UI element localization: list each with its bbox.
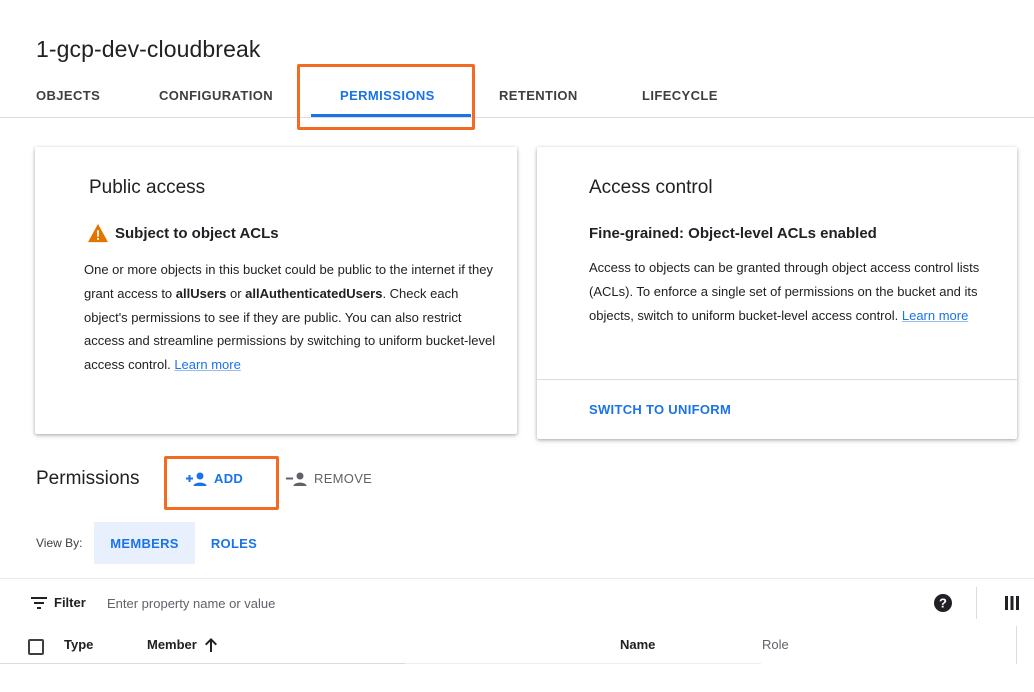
- remove-person-icon: [286, 472, 307, 486]
- permissions-tab-highlight: [297, 64, 475, 130]
- filter-input[interactable]: [104, 590, 604, 616]
- column-header-type[interactable]: Type: [64, 637, 93, 652]
- toolbar-divider: [976, 587, 977, 619]
- add-button-highlight: [164, 456, 279, 510]
- public-access-status-text: Subject to object ACLs: [115, 224, 279, 242]
- select-all-checkbox[interactable]: [28, 639, 44, 655]
- view-by-roles-button[interactable]: ROLES: [202, 522, 266, 564]
- table-header-row: Type Member Name Role: [0, 626, 1034, 664]
- access-control-status: Fine-grained: Object-level ACLs enabled: [589, 225, 877, 242]
- column-resize-divider: [1016, 626, 1017, 664]
- public-access-status: Subject to object ACLs: [87, 223, 279, 243]
- header-bottom-border: [0, 663, 405, 664]
- remove-label: REMOVE: [314, 471, 373, 486]
- header-bottom-border-middle: [405, 663, 761, 664]
- tab-lifecycle[interactable]: LIFECYCLE: [642, 88, 718, 103]
- all-authenticated-users-term: allAuthenticatedUsers: [245, 285, 383, 301]
- tab-configuration[interactable]: CONFIGURATION: [159, 88, 273, 103]
- help-icon[interactable]: ?: [934, 594, 952, 612]
- warning-triangle-icon: [88, 223, 108, 243]
- switch-to-uniform-button[interactable]: SWITCH TO UNIFORM: [589, 402, 731, 417]
- access-control-card: Access control Fine-grained: Object-leve…: [537, 147, 1017, 439]
- sort-ascending-arrow-icon: [204, 637, 217, 652]
- card-divider: [537, 379, 1017, 380]
- filter-bar: Filter ?: [0, 578, 1034, 626]
- filter-icon: [31, 597, 47, 609]
- view-by-members-button[interactable]: MEMBERS: [94, 522, 195, 564]
- column-display-options-icon[interactable]: [1005, 596, 1019, 610]
- column-header-member[interactable]: Member: [147, 637, 217, 652]
- access-control-heading: Access control: [589, 177, 713, 198]
- public-access-text-2: or: [226, 285, 246, 301]
- column-header-role[interactable]: Role: [762, 637, 789, 652]
- column-header-name[interactable]: Name: [620, 637, 655, 652]
- permissions-heading: Permissions: [36, 468, 140, 489]
- remove-member-button[interactable]: REMOVE: [286, 471, 372, 486]
- all-users-term: allUsers: [175, 285, 227, 301]
- public-access-learn-more-link[interactable]: Learn more: [174, 357, 240, 372]
- access-control-learn-more-link[interactable]: Learn more: [902, 308, 968, 323]
- filter-label: Filter: [54, 595, 86, 610]
- tab-bar: OBJECTS CONFIGURATION PERMISSIONS RETENT…: [0, 78, 1034, 118]
- access-control-description: Access to objects can be granted through…: [589, 256, 1007, 327]
- view-by-label: View By:: [36, 536, 83, 550]
- public-access-heading: Public access: [89, 177, 206, 198]
- public-access-description: One or more objects in this bucket could…: [84, 258, 496, 377]
- column-header-member-label: Member: [147, 637, 197, 652]
- bucket-title: 1-gcp-dev-cloudbreak: [36, 36, 261, 62]
- svg-text:?: ?: [939, 596, 947, 611]
- tab-retention[interactable]: RETENTION: [499, 88, 578, 103]
- tab-objects[interactable]: OBJECTS: [36, 88, 100, 103]
- public-access-card: Public access Subject to object ACLs One…: [35, 147, 517, 434]
